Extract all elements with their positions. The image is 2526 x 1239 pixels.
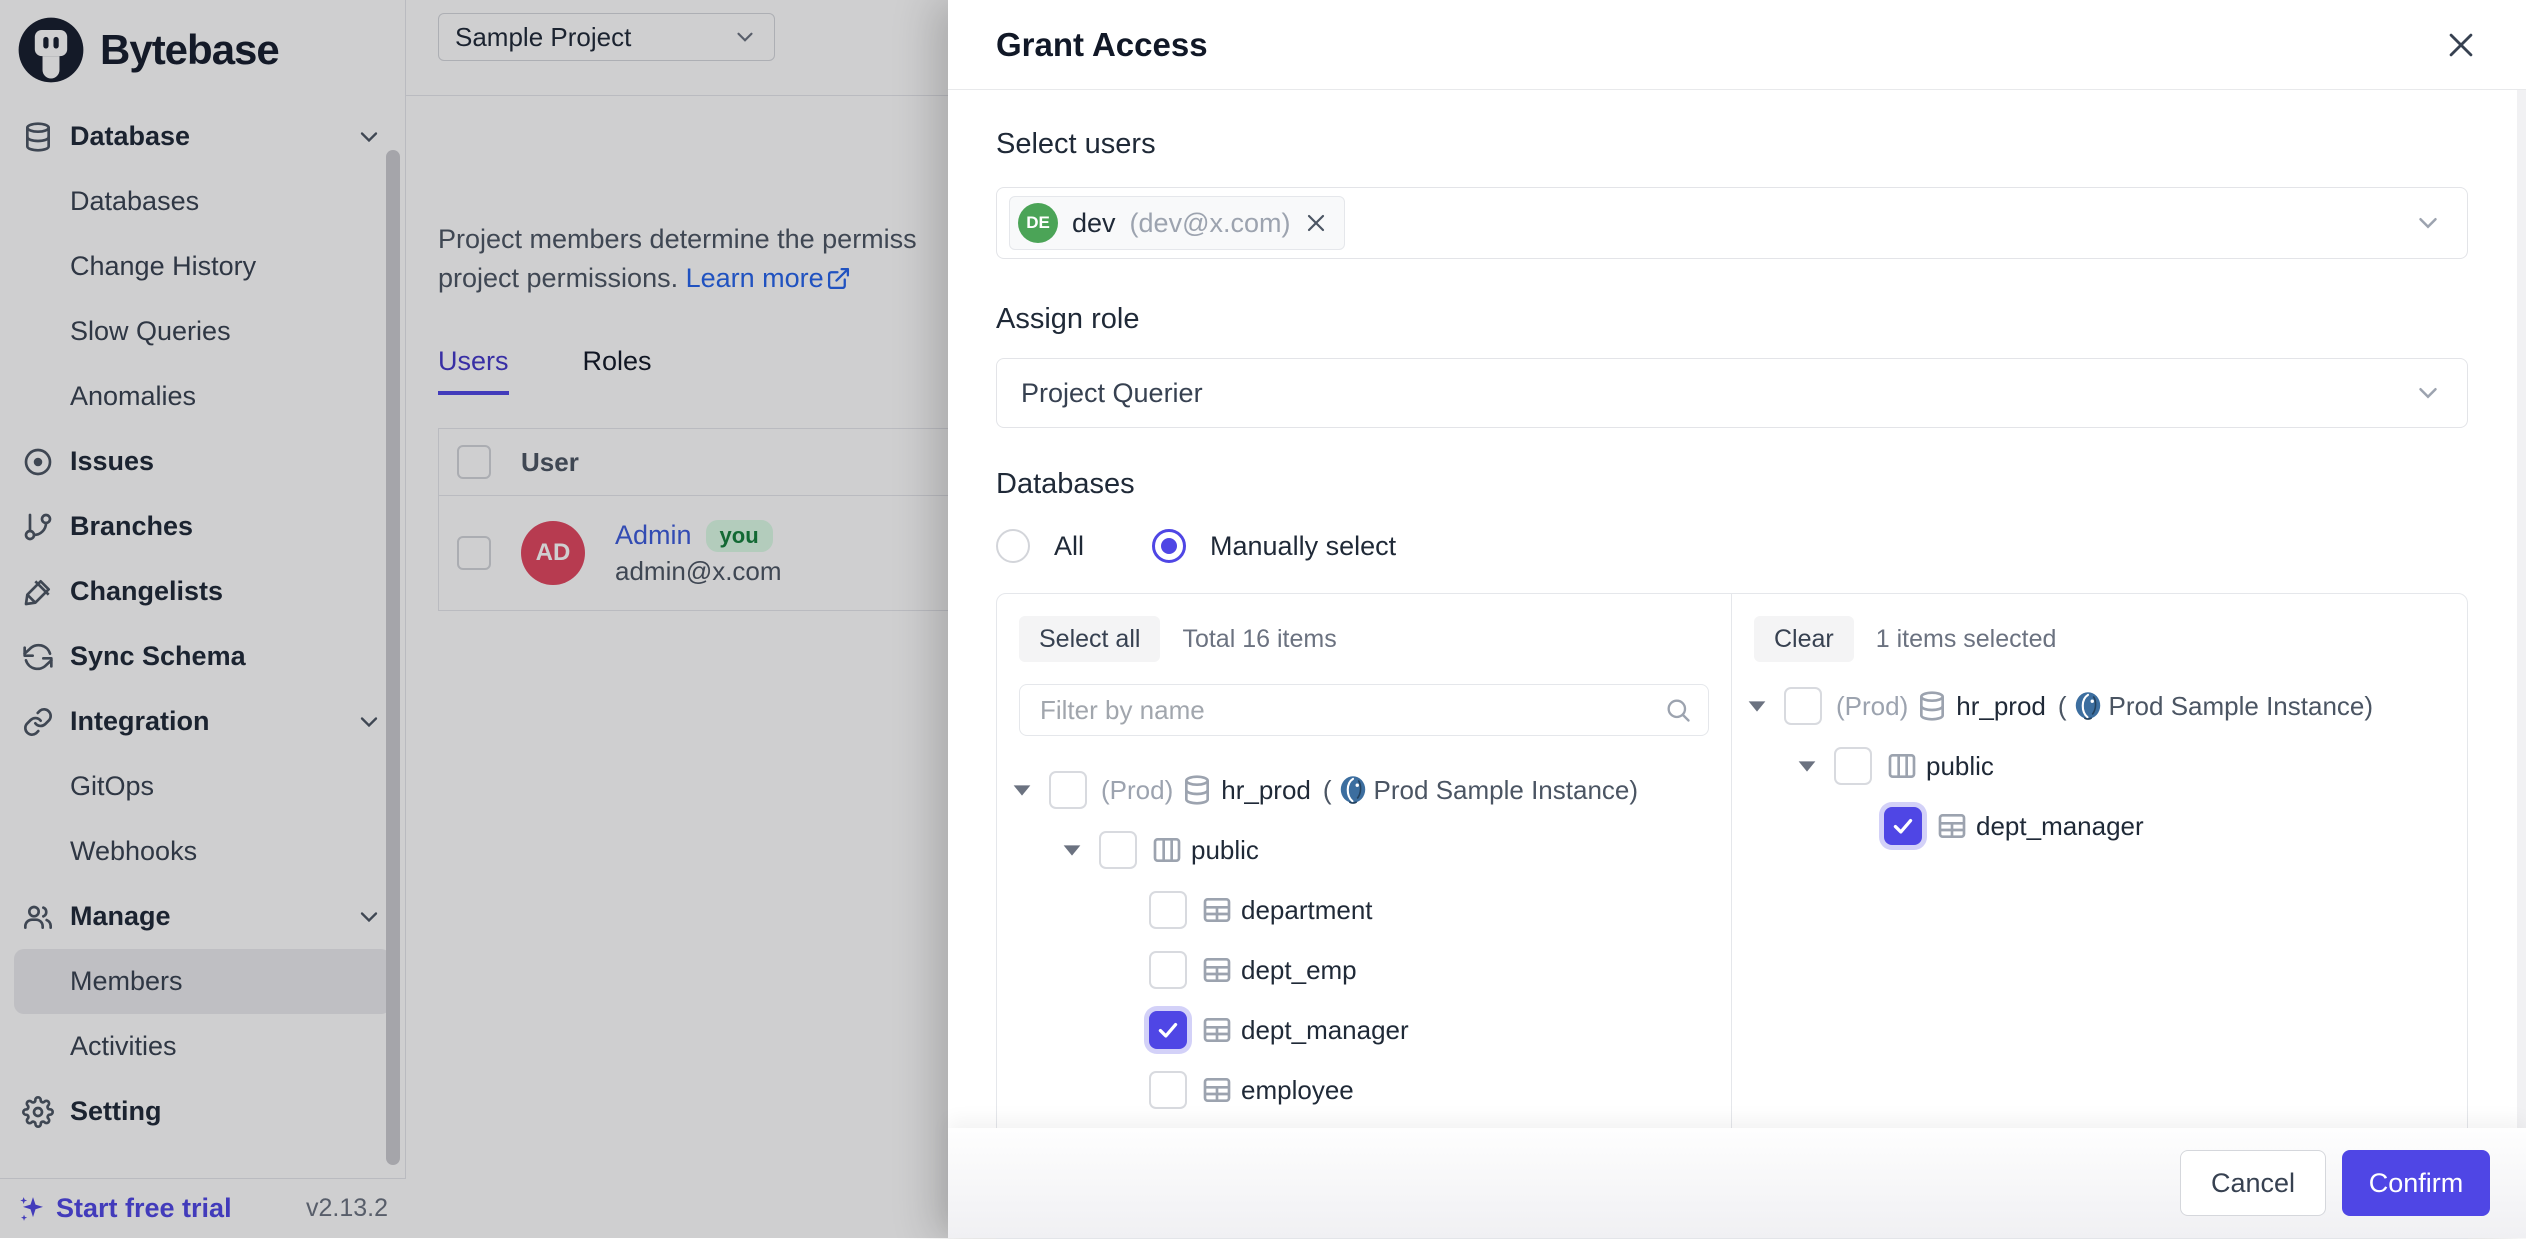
database-icon (1916, 690, 1948, 722)
tree-row-table[interactable]: dept_manager (1732, 796, 2467, 856)
tree-row-table[interactable]: dept_emp (997, 940, 1731, 1000)
radio-all[interactable] (996, 529, 1030, 563)
database-scope-radios: All Manually select (996, 527, 2468, 565)
chevron-down-icon (2413, 378, 2443, 408)
modal-title: Grant Access (996, 26, 1208, 64)
filter-input[interactable] (1038, 694, 1690, 727)
table-icon (1201, 1074, 1233, 1106)
checkbox-checked[interactable] (1149, 1011, 1187, 1049)
caret-down-icon[interactable] (1744, 693, 1770, 719)
checkbox[interactable] (1149, 951, 1187, 989)
postgres-icon (1336, 773, 1370, 807)
tree-row-table[interactable]: employee (997, 1060, 1731, 1120)
select-all-button[interactable]: Select all (1019, 616, 1160, 662)
tree-row-database[interactable]: (Prod) hr_prod ( Prod Sample Instance) (997, 760, 1731, 820)
checkbox[interactable] (1049, 771, 1087, 809)
checkbox-checked[interactable] (1884, 807, 1922, 845)
caret-down-icon[interactable] (1009, 777, 1035, 803)
database-icon (1181, 774, 1213, 806)
assign-role-label: Assign role (996, 303, 2468, 336)
select-users-label: Select users (996, 128, 2468, 161)
caret-down-icon[interactable] (1059, 837, 1085, 863)
role-select-value: Project Querier (1021, 378, 1203, 409)
tree-row-schema[interactable]: public (997, 820, 1731, 880)
avatar: DE (1018, 203, 1058, 243)
modal-body: Select users DE dev (dev@x.com) Assign r… (948, 128, 2526, 1239)
radio-manually-select[interactable] (1152, 529, 1186, 563)
checkbox[interactable] (1834, 747, 1872, 785)
databases-label: Databases (996, 468, 2468, 501)
checkbox[interactable] (1099, 831, 1137, 869)
close-icon[interactable] (2444, 28, 2478, 62)
table-icon (1936, 810, 1968, 842)
filter-input-wrap (1019, 684, 1709, 736)
caret-down-icon[interactable] (1794, 753, 1820, 779)
modal-scrollbar[interactable] (2517, 90, 2526, 1128)
remove-user-icon[interactable] (1304, 211, 1328, 235)
grant-access-modal: Grant Access Select users DE dev (dev@x.… (948, 0, 2526, 1238)
confirm-button[interactable]: Confirm (2342, 1150, 2490, 1216)
role-select[interactable]: Project Querier (996, 358, 2468, 428)
modal-overlay[interactable] (0, 0, 948, 1238)
tree-row-database[interactable]: (Prod) hr_prod ( Prod Sample Instance) (1732, 676, 2467, 736)
schema-icon (1886, 750, 1918, 782)
tree-row-schema[interactable]: public (1732, 736, 2467, 796)
checkbox[interactable] (1149, 891, 1187, 929)
chevron-down-icon (2413, 208, 2443, 238)
modal-footer: Cancel Confirm (948, 1128, 2526, 1238)
table-icon (1201, 954, 1233, 986)
tree-row-table[interactable]: department (997, 880, 1731, 940)
postgres-icon (2071, 689, 2105, 723)
select-users-input[interactable]: DE dev (dev@x.com) (996, 187, 2468, 259)
table-icon (1201, 894, 1233, 926)
checkbox[interactable] (1149, 1071, 1187, 1109)
source-tree: (Prod) hr_prod ( Prod Sample Instance) p… (997, 760, 1731, 1120)
checkbox[interactable] (1784, 687, 1822, 725)
table-icon (1201, 1014, 1233, 1046)
cancel-button[interactable]: Cancel (2180, 1150, 2326, 1216)
selected-user-chip: DE dev (dev@x.com) (1009, 196, 1345, 250)
selected-count-label: 1 items selected (1876, 625, 2057, 654)
clear-button[interactable]: Clear (1754, 616, 1854, 662)
total-items-label: Total 16 items (1182, 625, 1336, 654)
tree-row-table[interactable]: dept_manager (997, 1000, 1731, 1060)
search-icon (1664, 696, 1692, 724)
selected-tree: (Prod) hr_prod ( Prod Sample Instance) p… (1732, 676, 2467, 856)
schema-icon (1151, 834, 1183, 866)
modal-header: Grant Access (948, 0, 2526, 90)
